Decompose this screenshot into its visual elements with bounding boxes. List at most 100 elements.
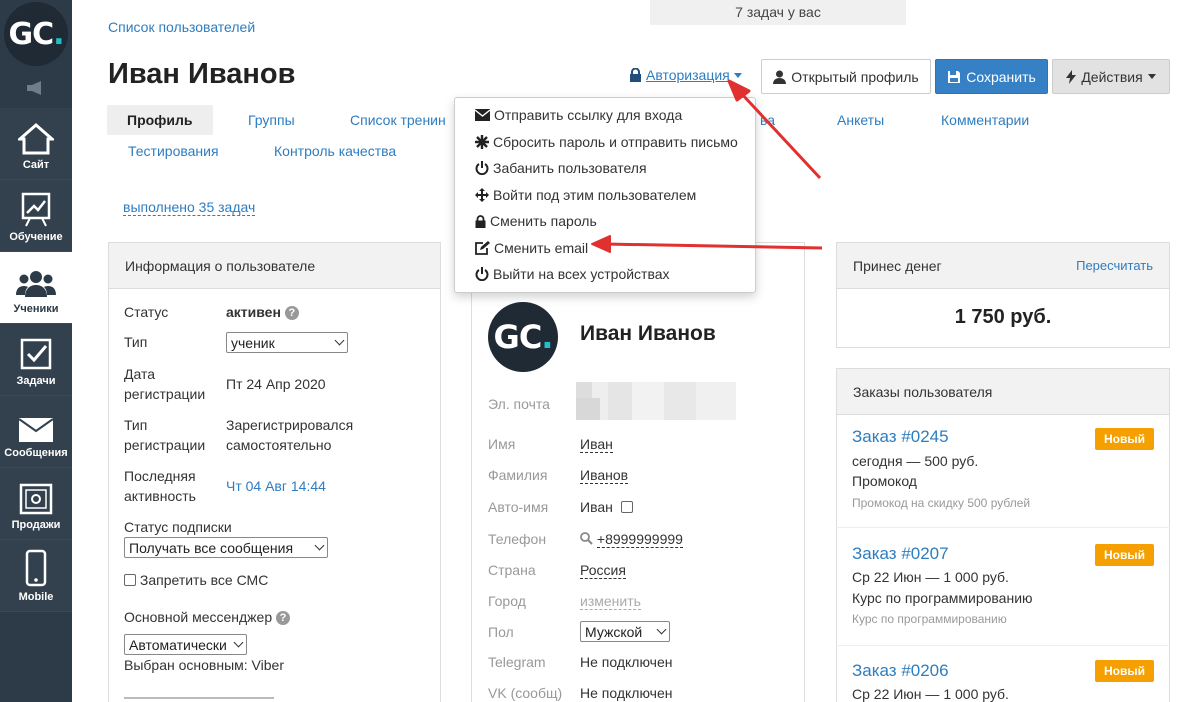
chevron-down-icon — [233, 637, 244, 648]
phone-value[interactable]: +8999999999 — [580, 529, 683, 549]
menu-item-label: Сменить пароль — [490, 213, 597, 230]
sidebar-item-training[interactable]: Обучение — [0, 180, 72, 252]
order-line: сегодня — 500 руб. — [852, 453, 979, 469]
menu-item-login-as-user[interactable]: Войти под этим пользователем — [455, 182, 755, 209]
save-label: Сохранить — [966, 68, 1036, 85]
chevron-down-icon — [1147, 74, 1156, 79]
sidebar-item-label: Задачи — [16, 375, 56, 387]
sidebar-item-students[interactable]: Ученики — [0, 252, 72, 324]
menu-item-reset-password[interactable]: Сбросить пароль и отправить письмо — [455, 129, 755, 156]
vk-value: Не подключен — [580, 685, 673, 701]
sidebar-item-site[interactable]: Сайт — [0, 108, 72, 180]
panel-header: Заказы пользователя — [837, 369, 1169, 415]
logo[interactable]: GC. — [4, 2, 68, 66]
envelope-icon — [18, 418, 54, 442]
gender-select[interactable]: Мужской — [580, 621, 670, 642]
sidebar: GC. Сайт Обучение Ученики Задачи Сообщен… — [0, 0, 72, 702]
sidebar-item-messages[interactable]: Сообщения — [0, 396, 72, 468]
order-line: Ср 22 Июн — 1 000 руб. — [852, 569, 1009, 585]
country-value[interactable]: Россия — [580, 560, 626, 580]
tab-comments[interactable]: Комментарии — [941, 112, 1029, 128]
sms-ban-row[interactable]: Запретить все СМС — [124, 570, 268, 590]
last-name-value[interactable]: Иванов — [580, 465, 629, 485]
megaphone-icon[interactable] — [0, 68, 72, 108]
panel-title: Информация о пользователе — [125, 257, 316, 274]
order-link[interactable]: Заказ #0206 — [852, 661, 949, 681]
panel-header: Информация о пользователе — [109, 243, 440, 289]
sidebar-item-tasks[interactable]: Задачи — [0, 324, 72, 396]
type-select[interactable]: ученик — [226, 332, 348, 353]
city-label: Город — [488, 593, 526, 609]
sidebar-item-sales[interactable]: Продажи — [0, 468, 72, 540]
status-badge: Новый — [1095, 660, 1154, 682]
actions-button[interactable]: Действия — [1052, 59, 1170, 94]
sidebar-item-label: Mobile — [18, 591, 54, 603]
open-profile-button[interactable]: Открытый профиль — [761, 59, 931, 94]
sms-ban-checkbox[interactable] — [124, 574, 136, 586]
tasks-notice[interactable]: 7 задач у вас — [650, 0, 906, 25]
subscription-select[interactable]: Получать все сообщения — [124, 537, 328, 558]
panel-title: Заказы пользователя — [853, 383, 993, 400]
menu-item-logout-all-devices[interactable]: Выйти на всех устройствах — [455, 261, 755, 288]
tab-profile[interactable]: Профиль — [107, 105, 213, 135]
help-icon[interactable]: ? — [284, 306, 299, 320]
city-value[interactable]: изменить — [580, 591, 641, 611]
status-label: Статус — [124, 304, 169, 320]
order-product: Промокод — [852, 473, 917, 489]
power-icon — [475, 267, 489, 282]
search-icon[interactable] — [580, 532, 593, 545]
autoname-checkbox[interactable] — [620, 501, 633, 513]
sidebar-item-mobile[interactable]: Mobile — [0, 540, 72, 612]
menu-item-send-login-link[interactable]: Отправить ссылку для входа — [455, 102, 755, 129]
lock-icon — [630, 68, 641, 82]
open-profile-label: Открытый профиль — [791, 68, 919, 85]
vk-label: VK (сообщ) — [488, 685, 563, 701]
menu-item-change-password[interactable]: Сменить пароль — [455, 208, 755, 235]
page-title: Иван Иванов — [108, 58, 296, 90]
status-badge: Новый — [1095, 428, 1154, 450]
tab-groups[interactable]: Группы — [248, 112, 295, 128]
tab-quality[interactable]: Контроль качества — [274, 143, 396, 159]
menu-item-label: Отправить ссылку для входа — [494, 107, 683, 124]
chevron-down-icon — [656, 624, 667, 635]
phone-label: Телефон — [488, 531, 547, 547]
last-activity-value[interactable]: Чт 04 Авг 14:44 — [226, 476, 326, 496]
menu-item-ban-user[interactable]: Забанить пользователя — [455, 155, 755, 182]
first-name-value[interactable]: Иван — [580, 434, 613, 454]
avatar: GC. — [488, 302, 558, 372]
panel-title: Принес денег — [853, 257, 942, 274]
sidebar-item-label: Продажи — [11, 519, 61, 531]
reg-type-label-2: регистрации — [124, 437, 206, 453]
menu-item-change-email[interactable]: Сменить email — [455, 235, 755, 262]
email-blurred[interactable] — [576, 382, 736, 420]
order-link[interactable]: Заказ #0245 — [852, 427, 949, 447]
cut-off-text — [124, 697, 274, 702]
reg-date-label: Дата регистрации — [124, 364, 205, 404]
recalculate-link[interactable]: Пересчитать — [1076, 258, 1153, 273]
messenger-label: Основной мессенджер ? — [124, 607, 290, 627]
envelope-icon — [475, 109, 490, 122]
messenger-label-text: Основной мессенджер — [124, 609, 273, 625]
profile-name: Иван Иванов — [580, 322, 716, 345]
gender-label: Пол — [488, 624, 514, 640]
auth-dropdown-toggle[interactable]: Авторизация — [629, 67, 742, 83]
done-tasks-link[interactable]: выполнено 35 задач — [123, 199, 256, 216]
chevron-down-icon — [314, 540, 325, 551]
messenger-select[interactable]: Автоматически — [124, 634, 247, 655]
list-item: Заказ #0245 Новый сегодня — 500 руб. Про… — [836, 414, 1170, 528]
subscription-select-value: Получать все сообщения — [129, 539, 294, 556]
order-note: Курс по программированию — [852, 612, 1007, 626]
order-link[interactable]: Заказ #0207 — [852, 544, 949, 564]
telegram-label: Telegram — [488, 654, 546, 670]
tab-rights[interactable]: ва — [760, 112, 775, 128]
help-icon[interactable]: ? — [276, 611, 290, 625]
save-button[interactable]: Сохранить — [935, 59, 1048, 94]
autoname-value: Иван — [580, 497, 633, 517]
tab-tests[interactable]: Тестирования — [128, 143, 219, 159]
telegram-value: Не подключен — [580, 654, 673, 670]
breadcrumb[interactable]: Список пользователей — [108, 19, 255, 35]
tab-forms[interactable]: Анкеты — [837, 112, 884, 128]
menu-item-label: Сменить email — [494, 239, 589, 256]
status-value: активен ? — [226, 302, 299, 322]
tab-trainings[interactable]: Список тренин — [350, 112, 446, 128]
